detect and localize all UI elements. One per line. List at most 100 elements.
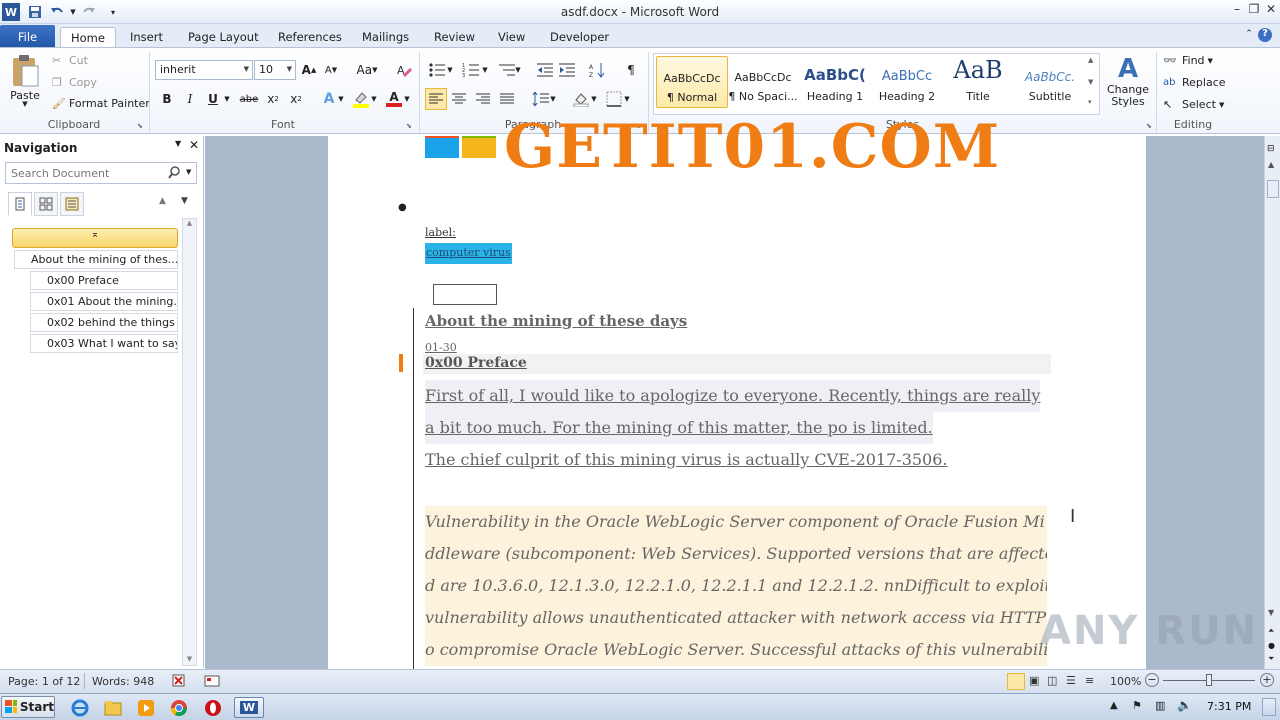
close-icon[interactable]: ✕ <box>189 138 199 152</box>
style-subtitle[interactable]: AaBbCc. Subtitle <box>1014 56 1086 108</box>
bold-button[interactable]: B <box>156 88 178 110</box>
numbering-dropdown-icon[interactable]: ▼ <box>480 59 490 81</box>
highlight-dropdown-icon[interactable]: ▼ <box>369 88 379 110</box>
nav-heading-2[interactable]: 0x03 What I want to say <box>30 334 178 353</box>
find-button[interactable]: 👓 Find ▼ <box>1163 54 1213 67</box>
help-icon[interactable]: ? <box>1258 28 1272 42</box>
cut-button[interactable]: ✂ Cut <box>52 54 88 67</box>
browse-object-icon[interactable]: ● <box>1268 641 1275 650</box>
change-styles-button[interactable]: A Change Styles <box>1104 54 1152 108</box>
clock[interactable]: 7:31 PM <box>1207 700 1251 713</box>
shrink-font-icon[interactable]: A ▼ <box>320 59 342 81</box>
show-desktop-button[interactable] <box>1262 698 1276 716</box>
zoom-slider-thumb[interactable] <box>1206 674 1212 686</box>
style-heading-2[interactable]: AaBbCc Heading 2 <box>871 56 943 108</box>
close-icon[interactable]: ✕ <box>1262 2 1280 20</box>
shading-dropdown-icon[interactable]: ▼ <box>589 88 599 110</box>
strikethrough-button[interactable]: abe <box>238 88 260 110</box>
action-center-icon[interactable]: ⚑ <box>1132 699 1142 712</box>
previous-page-icon[interactable]: ⏶ <box>1268 626 1274 636</box>
tab-home[interactable]: Home <box>60 27 116 48</box>
page-count[interactable]: Page: 1 of 12 <box>8 675 80 688</box>
tab-page-layout[interactable]: Page Layout <box>178 27 269 48</box>
document-scrollbar[interactable]: ⊟ ▲ ▼ ⏶ ● ⏷ <box>1264 136 1280 669</box>
tab-review[interactable]: Review <box>424 27 485 48</box>
gallery-more-icon[interactable]: ▾ <box>1088 98 1092 106</box>
full-screen-reading-icon[interactable]: ▣ <box>1029 674 1039 687</box>
nav-heading-1[interactable]: About the mining of thes... <box>14 250 178 269</box>
file-explorer-icon[interactable] <box>102 697 124 718</box>
copy-button[interactable]: ❐ Copy <box>52 76 97 89</box>
clear-formatting-icon[interactable]: A <box>393 59 415 81</box>
change-case-icon[interactable]: Aa ▼ <box>352 59 382 81</box>
zoom-out-icon[interactable]: − <box>1145 673 1159 687</box>
align-left-icon[interactable] <box>425 88 447 110</box>
tab-developer[interactable]: Developer <box>540 27 619 48</box>
style-title[interactable]: AaB Title <box>942 56 1014 108</box>
subscript-button[interactable]: x2 <box>262 88 284 110</box>
underline-dropdown-icon[interactable]: ▼ <box>222 88 232 110</box>
tab-mailings[interactable]: Mailings <box>352 27 419 48</box>
nav-heading-2[interactable]: 0x00 Preface <box>30 271 178 290</box>
opera-icon[interactable] <box>202 697 224 718</box>
increase-indent-icon[interactable] <box>556 59 578 81</box>
document-page[interactable]: GETIT01.COM ● label: computer virus Abou… <box>328 114 1146 669</box>
font-name-combo[interactable]: inherit ▼ <box>155 60 253 80</box>
font-color-dropdown-icon[interactable]: ▼ <box>402 88 412 110</box>
borders-dropdown-icon[interactable]: ▼ <box>622 88 632 110</box>
line-spacing-dropdown-icon[interactable]: ▼ <box>548 88 558 110</box>
browse-results-tab[interactable] <box>60 192 84 216</box>
restore-icon[interactable]: ❐ <box>1245 2 1263 20</box>
font-size-combo[interactable]: 10 ▼ <box>254 60 296 80</box>
justify-icon[interactable] <box>496 88 518 110</box>
font-launcher-icon[interactable]: ⬊ <box>406 122 412 130</box>
draft-icon[interactable]: ≡ <box>1085 674 1094 687</box>
grow-font-icon[interactable]: A ▲ <box>298 59 320 81</box>
collapse-all-button[interactable]: ⌅ <box>12 228 178 248</box>
internet-explorer-icon[interactable] <box>69 697 91 718</box>
browse-headings-tab[interactable] <box>8 192 32 216</box>
empty-text-box[interactable] <box>433 284 497 305</box>
format-painter-button[interactable]: 🖌 Format Painter <box>52 97 150 110</box>
minimize-icon[interactable]: – <box>1228 2 1246 20</box>
print-layout-icon[interactable] <box>1007 673 1025 690</box>
styles-launcher-icon[interactable]: ⬊ <box>1146 122 1152 130</box>
zoom-in-icon[interactable]: + <box>1260 673 1274 687</box>
scroll-up-icon[interactable]: ▲ <box>183 219 196 227</box>
ribbon-minimize-icon[interactable]: ⌃ <box>1240 29 1258 47</box>
show-hidden-icons-icon[interactable]: ▲ <box>1110 700 1118 711</box>
tab-references[interactable]: References <box>268 27 352 48</box>
nav-scrollbar[interactable]: ▲ ▼ <box>182 218 197 666</box>
scroll-thumb[interactable] <box>1267 180 1279 198</box>
nav-options-icon[interactable]: ▼ <box>175 139 181 148</box>
scroll-up-icon[interactable]: ▲ <box>1268 160 1274 169</box>
paste-dropdown-icon[interactable]: ▼ <box>22 100 27 108</box>
computer-virus-tag[interactable]: computer virus <box>425 243 512 264</box>
nav-heading-2[interactable]: 0x01 About the mining... <box>30 292 178 311</box>
macro-record-icon[interactable] <box>204 674 220 688</box>
show-formatting-button[interactable]: ¶ <box>620 59 642 81</box>
sort-icon[interactable]: AZ <box>587 59 609 81</box>
multilevel-dropdown-icon[interactable]: ▼ <box>513 59 523 81</box>
proofing-icon[interactable] <box>172 674 186 688</box>
volume-icon[interactable]: 🔈 <box>1177 698 1192 712</box>
chrome-icon[interactable] <box>168 697 190 718</box>
scroll-down-icon[interactable]: ▼ <box>183 655 196 663</box>
style-heading-1[interactable]: AaBbC( Heading 1 <box>799 56 871 108</box>
browse-pages-tab[interactable] <box>34 192 58 216</box>
ruler-toggle-icon[interactable]: ⊟ <box>1267 144 1275 154</box>
zoom-level[interactable]: 100% <box>1110 675 1141 688</box>
tab-view[interactable]: View <box>488 27 535 48</box>
scroll-down-icon[interactable]: ▼ <box>1268 608 1274 617</box>
outline-icon[interactable]: ☰ <box>1066 674 1076 687</box>
paste-button[interactable]: Paste ▼ <box>8 54 42 108</box>
tab-file[interactable]: File <box>0 25 55 48</box>
style-normal[interactable]: AaBbCcDc ¶ Normal <box>656 56 728 108</box>
superscript-button[interactable]: x2 <box>285 88 307 110</box>
search-dropdown-icon[interactable]: ▼ <box>186 168 191 176</box>
search-icon[interactable] <box>168 166 181 179</box>
nav-down-icon[interactable]: ▼ <box>181 196 188 206</box>
text-effects-dropdown-icon[interactable]: ▼ <box>336 88 346 110</box>
nav-heading-2[interactable]: 0x02 behind the things <box>30 313 178 332</box>
decrease-indent-icon[interactable] <box>534 59 556 81</box>
